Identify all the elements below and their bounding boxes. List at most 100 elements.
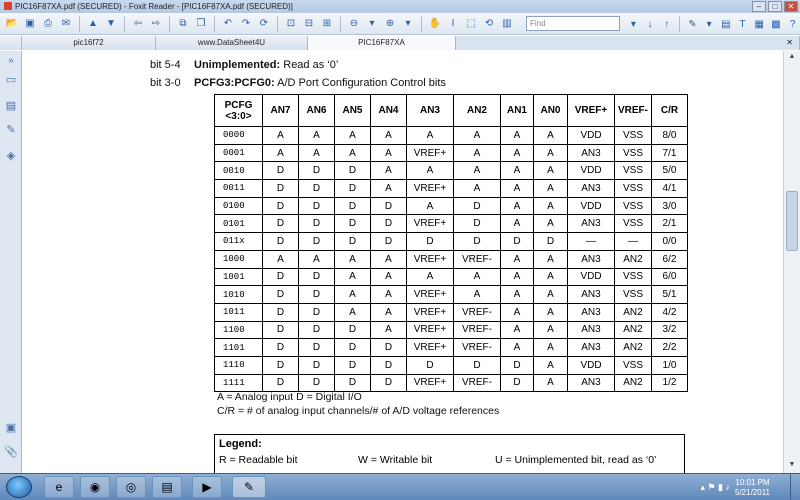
start-button[interactable] [6, 476, 32, 498]
highlight-icon[interactable]: ▩ [769, 16, 784, 32]
zoom-in-icon[interactable]: ⊕ [382, 16, 398, 32]
forward-arrow-icon[interactable]: ⇨ [148, 16, 164, 32]
toolbar-separator [679, 16, 681, 32]
back-arrow-icon[interactable]: ⇦ [130, 16, 146, 32]
pencil-icon[interactable]: ✎ [685, 16, 700, 32]
bit-3-0-label: bit 3-0 [150, 77, 181, 89]
minimize-button[interactable]: – [752, 1, 766, 12]
table-cell: D [334, 232, 371, 251]
pages-panel-icon[interactable]: ▤ [4, 99, 18, 113]
scroll-down-icon[interactable]: ▼ [787, 461, 797, 471]
bookmark-icon[interactable]: ⧉ [175, 16, 191, 32]
table-cell: VREF+ [406, 214, 454, 234]
table-header-cell: C/R [651, 94, 688, 127]
layers-panel-icon[interactable]: ◈ [4, 149, 18, 163]
typewriter-icon[interactable]: ▦ [752, 16, 767, 32]
fit-page-icon[interactable]: ⊡ [283, 16, 299, 32]
email-icon[interactable]: ✉ [58, 16, 74, 32]
zoom-out-icon[interactable]: ⊖ [346, 16, 362, 32]
table-cell: 6/2 [651, 249, 688, 269]
close-tab-icon[interactable]: ✕ [786, 36, 793, 50]
find-previous-icon[interactable]: ↑ [659, 16, 674, 32]
undo-icon[interactable]: ↶ [220, 16, 236, 32]
nav-up-icon[interactable]: ▲ [85, 16, 101, 32]
comments-panel-icon[interactable]: ▣ [4, 421, 18, 435]
hand-tool-icon[interactable]: ✋ [427, 16, 443, 32]
firefox-icon[interactable]: ◉ [80, 476, 110, 498]
annotations-panel-icon[interactable]: ✎ [4, 123, 18, 137]
refresh-icon[interactable]: ⟳ [256, 16, 272, 32]
windows-taskbar: e ◉ ◎ ▤ ▶ ✎ ▴ ⚑ ▮ ♪ 10:01 PM 5/21/2011 [0, 473, 800, 500]
table-cell: A [406, 126, 454, 145]
maximize-button[interactable]: □ [768, 1, 782, 12]
find-dropdown-icon[interactable]: ▾ [626, 16, 641, 32]
pencil-dropdown-icon[interactable]: ▾ [702, 16, 717, 32]
rotate-icon[interactable]: ⟲ [481, 16, 497, 32]
tab-datasheet4u[interactable]: www.DataSheet4U [156, 36, 308, 50]
table-cell: A [406, 267, 454, 287]
table-cell: A [533, 338, 568, 357]
table-cell: AN3 [567, 320, 615, 340]
table-header-cell: PCFG <3:0> [214, 94, 263, 127]
snapshot-icon[interactable]: ⬚ [463, 16, 479, 32]
table-cell: VDD [567, 267, 615, 287]
nav-down-icon[interactable]: ▼ [103, 16, 119, 32]
clock-date: 5/21/2011 [735, 488, 770, 497]
table-cell: VDD [567, 355, 615, 375]
system-clock[interactable]: 10:01 PM 5/21/2011 [735, 478, 770, 498]
explorer-folder-icon[interactable]: ▤ [152, 476, 182, 498]
open-folder-icon[interactable]: 📂 [4, 16, 20, 32]
view-icon[interactable]: ▥ [499, 16, 515, 32]
redo-icon[interactable]: ↷ [238, 16, 254, 32]
bookmarks-panel-icon[interactable]: ▭ [4, 73, 18, 87]
textbox-icon[interactable]: T [735, 16, 750, 32]
scroll-up-icon[interactable]: ▲ [787, 53, 797, 63]
table-cell: A [533, 267, 568, 287]
foxit-taskbar-icon[interactable]: ✎ [232, 476, 266, 498]
tab-pic16f72[interactable]: pic16f72 [22, 36, 156, 50]
table-cell: VSS [614, 355, 652, 375]
chrome-icon[interactable]: ◎ [116, 476, 146, 498]
table-cell: D [262, 373, 299, 393]
internet-explorer-icon[interactable]: e [44, 476, 74, 498]
toolbar-separator [124, 15, 125, 32]
find-input[interactable]: Find [526, 16, 620, 31]
pcfg-code-cell: 0101 [214, 214, 263, 234]
table-cell: A [370, 285, 407, 304]
print-icon[interactable]: ⎙ [40, 16, 56, 32]
table-cell: VREF+ [406, 302, 454, 322]
table-cell: 4/1 [651, 179, 688, 198]
table-cell: D [453, 196, 501, 216]
select-text-icon[interactable]: I [445, 16, 461, 32]
help-icon[interactable]: ? [785, 16, 800, 32]
navigation-sidebar: » ▭ ▤ ✎ ◈ ▣ 📎 [0, 51, 22, 473]
media-player-icon[interactable]: ▶ [192, 476, 222, 498]
zoom-dropdown-icon[interactable]: ▾ [364, 16, 380, 32]
table-cell: A [533, 179, 568, 198]
table-row: 1101 D D D D VREF+ VREF- A A AN3 AN2 2/2 [214, 338, 688, 357]
table-cell: A [406, 196, 454, 216]
vertical-scrollbar[interactable]: ▲ ▼ [783, 51, 800, 473]
fit-width-icon[interactable]: ⊟ [301, 16, 317, 32]
note-icon[interactable]: ▤ [718, 16, 733, 32]
zoom-in-dropdown-icon[interactable]: ▾ [400, 16, 416, 32]
table-cell: AN3 [567, 338, 615, 357]
find-next-icon[interactable]: ↓ [643, 16, 658, 32]
save-icon[interactable]: ▣ [22, 16, 38, 32]
foxit-app-icon [4, 2, 12, 10]
show-desktop-button[interactable] [790, 474, 800, 500]
table-cell: A [533, 249, 568, 269]
close-button[interactable]: ✕ [784, 1, 798, 12]
tab-pic16f87xa[interactable]: PIC16F87XA [308, 36, 456, 50]
expand-panel-icon[interactable]: » [4, 53, 18, 67]
table-cell: D [298, 320, 335, 340]
scroll-thumb[interactable] [786, 191, 798, 251]
pcfg-code-cell: 1111 [214, 373, 263, 393]
clock-time: 10:01 PM [735, 478, 770, 487]
attachments-panel-icon[interactable]: 📎 [4, 445, 18, 459]
actual-size-icon[interactable]: ⊞ [319, 16, 335, 32]
table-cell: D [500, 355, 534, 375]
table-cell: A [370, 161, 407, 181]
pcfg-code-cell: 0100 [214, 196, 263, 216]
page-copy-icon[interactable]: ❐ [193, 16, 209, 32]
